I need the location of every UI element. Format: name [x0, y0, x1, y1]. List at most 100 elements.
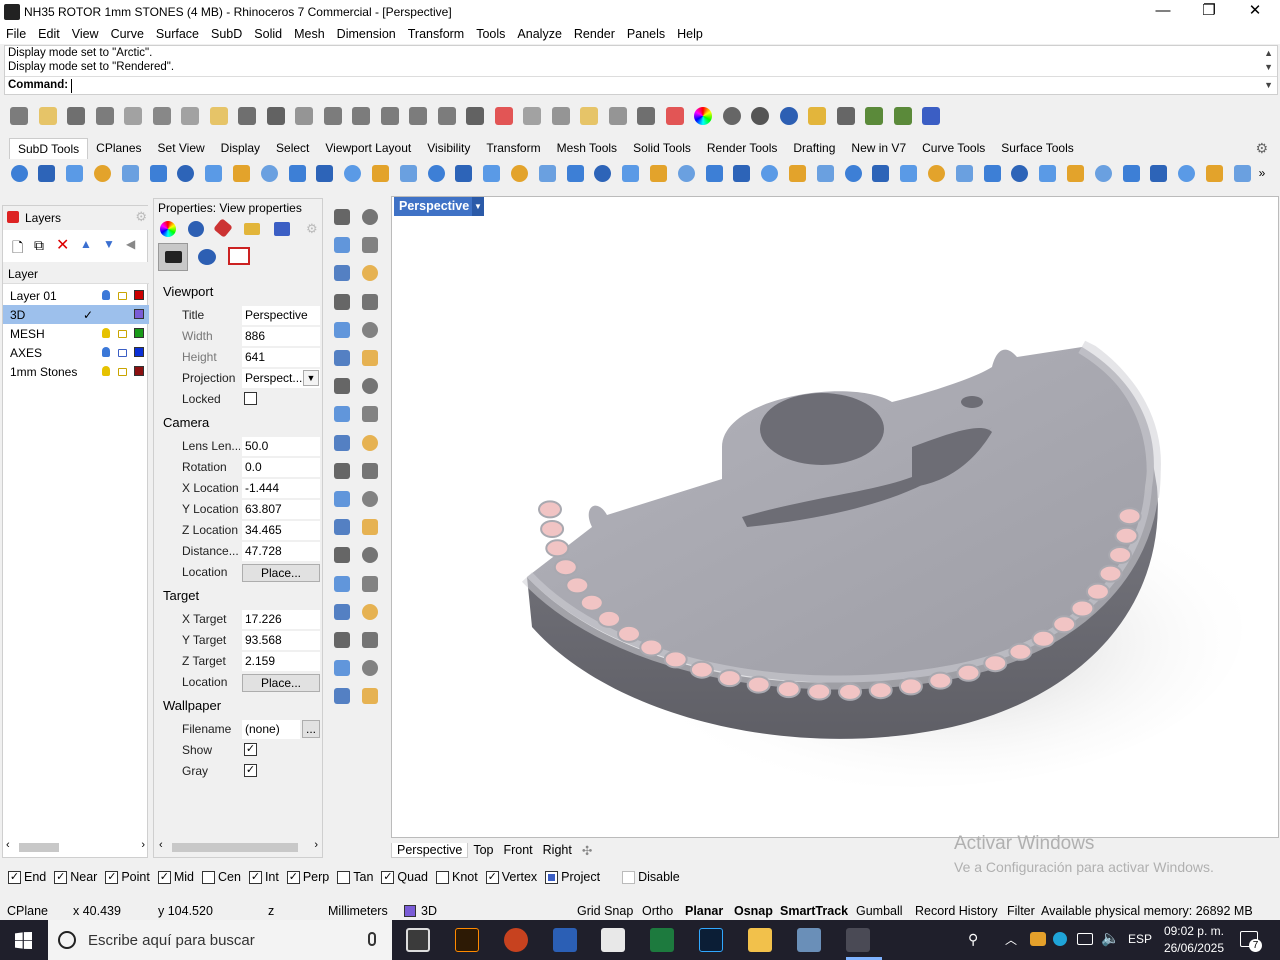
- subd-tool-icon[interactable]: [35, 161, 59, 185]
- grid-icon[interactable]: [330, 628, 354, 652]
- osnap-toggle[interactable]: Osnap: [734, 901, 773, 921]
- osnap-checkbox[interactable]: ✓: [54, 870, 68, 884]
- zoom-icon[interactable]: [321, 104, 345, 128]
- subd-tool-icon[interactable]: [619, 161, 643, 185]
- menu-edit[interactable]: Edit: [32, 24, 66, 44]
- tab-cplanes[interactable]: CPlanes: [88, 138, 149, 158]
- menu-solid[interactable]: Solid: [248, 24, 288, 44]
- osnap-disable[interactable]: Disable: [622, 870, 680, 884]
- menu-help[interactable]: Help: [671, 24, 709, 44]
- osnap-checkbox[interactable]: ✓: [157, 870, 171, 884]
- layer-row[interactable]: 3D ✓: [3, 305, 149, 324]
- lock-icon[interactable]: [634, 104, 658, 128]
- osnap-vertex[interactable]: ✓ Vertex: [485, 870, 537, 884]
- group-icon[interactable]: [330, 572, 354, 596]
- panel-gear-icon[interactable]: ⚙: [306, 221, 318, 237]
- filter-button[interactable]: Filter: [1007, 901, 1035, 921]
- locked-checkbox[interactable]: [244, 392, 257, 405]
- subd-tool-icon[interactable]: [758, 161, 782, 185]
- color-wheel-icon[interactable]: [691, 104, 715, 128]
- menu-curve[interactable]: Curve: [105, 24, 150, 44]
- gear-options-icon[interactable]: [834, 104, 858, 128]
- help-icon[interactable]: [919, 104, 943, 128]
- delete-layer-icon[interactable]: ✕: [56, 235, 69, 255]
- gray-checkbox[interactable]: ✓: [244, 764, 257, 777]
- tab-render-tools[interactable]: Render Tools: [699, 138, 786, 158]
- curve-icon[interactable]: [358, 233, 382, 257]
- excel-icon[interactable]: [650, 928, 674, 952]
- subd-tool-icon[interactable]: [368, 161, 392, 185]
- subd-tool-icon[interactable]: [1008, 161, 1032, 185]
- subd-tool-icon[interactable]: [229, 161, 253, 185]
- subd-tool-icon[interactable]: [118, 161, 142, 185]
- solid-icon[interactable]: [330, 600, 354, 624]
- layers-hscrollbar[interactable]: ‹ ›: [3, 839, 149, 855]
- gumball-toggle[interactable]: Gumball: [856, 901, 903, 921]
- sphere-icon[interactable]: [358, 374, 382, 398]
- tab-perspective[interactable]: Perspective: [391, 842, 469, 858]
- subd-tool-icon[interactable]: [841, 161, 865, 185]
- copy-icon[interactable]: [178, 104, 202, 128]
- paste-icon[interactable]: [207, 104, 231, 128]
- osnap-point[interactable]: ✓ Point: [105, 870, 150, 884]
- measure-icon[interactable]: [358, 600, 382, 624]
- subd-tool-icon[interactable]: [1202, 161, 1226, 185]
- grasshopper-icon[interactable]: [862, 104, 886, 128]
- osnap-int[interactable]: ✓ Int: [248, 870, 279, 884]
- osnap-cen[interactable]: Cen: [202, 870, 241, 884]
- pencil-tool-icon[interactable]: [805, 104, 829, 128]
- menu-surface[interactable]: Surface: [150, 24, 205, 44]
- cylinder-icon[interactable]: [330, 402, 354, 426]
- tab-front[interactable]: Front: [498, 843, 537, 857]
- subd-tool-icon[interactable]: [1091, 161, 1115, 185]
- subd-tool-icon[interactable]: [341, 161, 365, 185]
- subd-tool-icon[interactable]: [785, 161, 809, 185]
- scroll-up-icon[interactable]: ▲: [1264, 48, 1273, 58]
- pan-icon[interactable]: [264, 104, 288, 128]
- menu-panels[interactable]: Panels: [621, 24, 671, 44]
- tab-select[interactable]: Select: [268, 138, 317, 158]
- osnap-end[interactable]: ✓ End: [8, 870, 46, 884]
- tab-mesh-tools[interactable]: Mesh Tools: [549, 138, 625, 158]
- osnap-perp[interactable]: ✓ Perp: [286, 870, 329, 884]
- tab-display[interactable]: Display: [213, 138, 268, 158]
- loft-icon[interactable]: [358, 402, 382, 426]
- array-icon[interactable]: [358, 487, 382, 511]
- z-location-field[interactable]: 34.465: [242, 521, 320, 540]
- offset-icon[interactable]: [330, 515, 354, 539]
- subd-tool-icon[interactable]: [452, 161, 476, 185]
- menu-analyze[interactable]: Analyze: [511, 24, 567, 44]
- rectangle-icon[interactable]: [358, 290, 382, 314]
- globe-icon[interactable]: [891, 104, 915, 128]
- ellipse-icon[interactable]: [358, 261, 382, 285]
- layer-row[interactable]: AXES: [3, 343, 149, 362]
- subd-tool-icon[interactable]: [63, 161, 87, 185]
- layer-color-icon[interactable]: [663, 104, 687, 128]
- layers-panel-title[interactable]: Layers: [25, 211, 61, 225]
- viewport-layout-icon[interactable]: [463, 104, 487, 128]
- folder-icon[interactable]: [244, 223, 260, 235]
- new-file-icon[interactable]: [7, 104, 31, 128]
- taskbar-search[interactable]: Escribe aquí para buscar: [48, 920, 392, 960]
- layer-color-swatch[interactable]: [134, 366, 144, 376]
- task-view-icon[interactable]: [406, 928, 430, 952]
- color-wheel-icon[interactable]: [160, 221, 176, 237]
- scroll-right-icon[interactable]: ›: [141, 839, 145, 851]
- menu-dimension[interactable]: Dimension: [331, 24, 402, 44]
- analysis-icon[interactable]: [358, 684, 382, 708]
- volume-icon[interactable]: 🔈: [1101, 929, 1120, 947]
- blend-icon[interactable]: [358, 515, 382, 539]
- sphere-rendered-icon[interactable]: [748, 104, 772, 128]
- camera-place-button[interactable]: Place...: [242, 564, 320, 582]
- title-field[interactable]: Perspective: [242, 306, 320, 325]
- zoom-selected-icon[interactable]: [406, 104, 430, 128]
- subd-tool-icon[interactable]: [869, 161, 893, 185]
- menu-subd[interactable]: SubD: [205, 24, 248, 44]
- subd-tool-icon[interactable]: [980, 161, 1004, 185]
- planar-toggle[interactable]: Planar: [685, 901, 723, 921]
- tab-new-in-v7[interactable]: New in V7: [843, 138, 914, 158]
- menu-view[interactable]: View: [66, 24, 105, 44]
- osnap-quad[interactable]: ✓ Quad: [381, 870, 428, 884]
- layer-column-header[interactable]: Layer: [8, 267, 38, 281]
- tab-visibility[interactable]: Visibility: [419, 138, 478, 158]
